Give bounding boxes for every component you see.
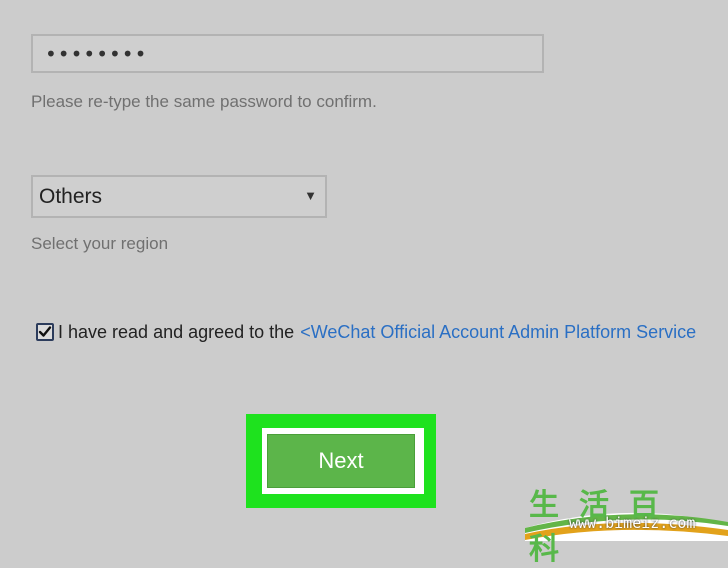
agreement-checkbox[interactable] — [36, 323, 54, 341]
next-button[interactable]: Next — [267, 434, 415, 488]
region-hint: Select your region — [31, 234, 169, 253]
region-select[interactable]: Others ▼ — [31, 175, 327, 218]
password-mask: •••••••• — [45, 41, 148, 66]
service-agreement-link[interactable]: <WeChat Official Account Admin Platform … — [300, 322, 696, 343]
dropdown-arrow-icon: ▼ — [304, 188, 317, 203]
agreement-row: I have read and agreed to the <WeChat Of… — [36, 320, 696, 344]
watermark-logo: 生活百科 www.bimeiz.com — [525, 478, 728, 567]
region-selected-value: Others — [39, 184, 103, 208]
checkmark-icon — [38, 326, 52, 337]
confirm-password-input[interactable]: •••••••• — [31, 34, 544, 73]
watermark-url: www.bimeiz.com — [569, 514, 696, 532]
agreement-label: I have read and agreed to the — [58, 321, 295, 342]
confirm-password-hint: Please re-type the same password to conf… — [31, 92, 377, 111]
